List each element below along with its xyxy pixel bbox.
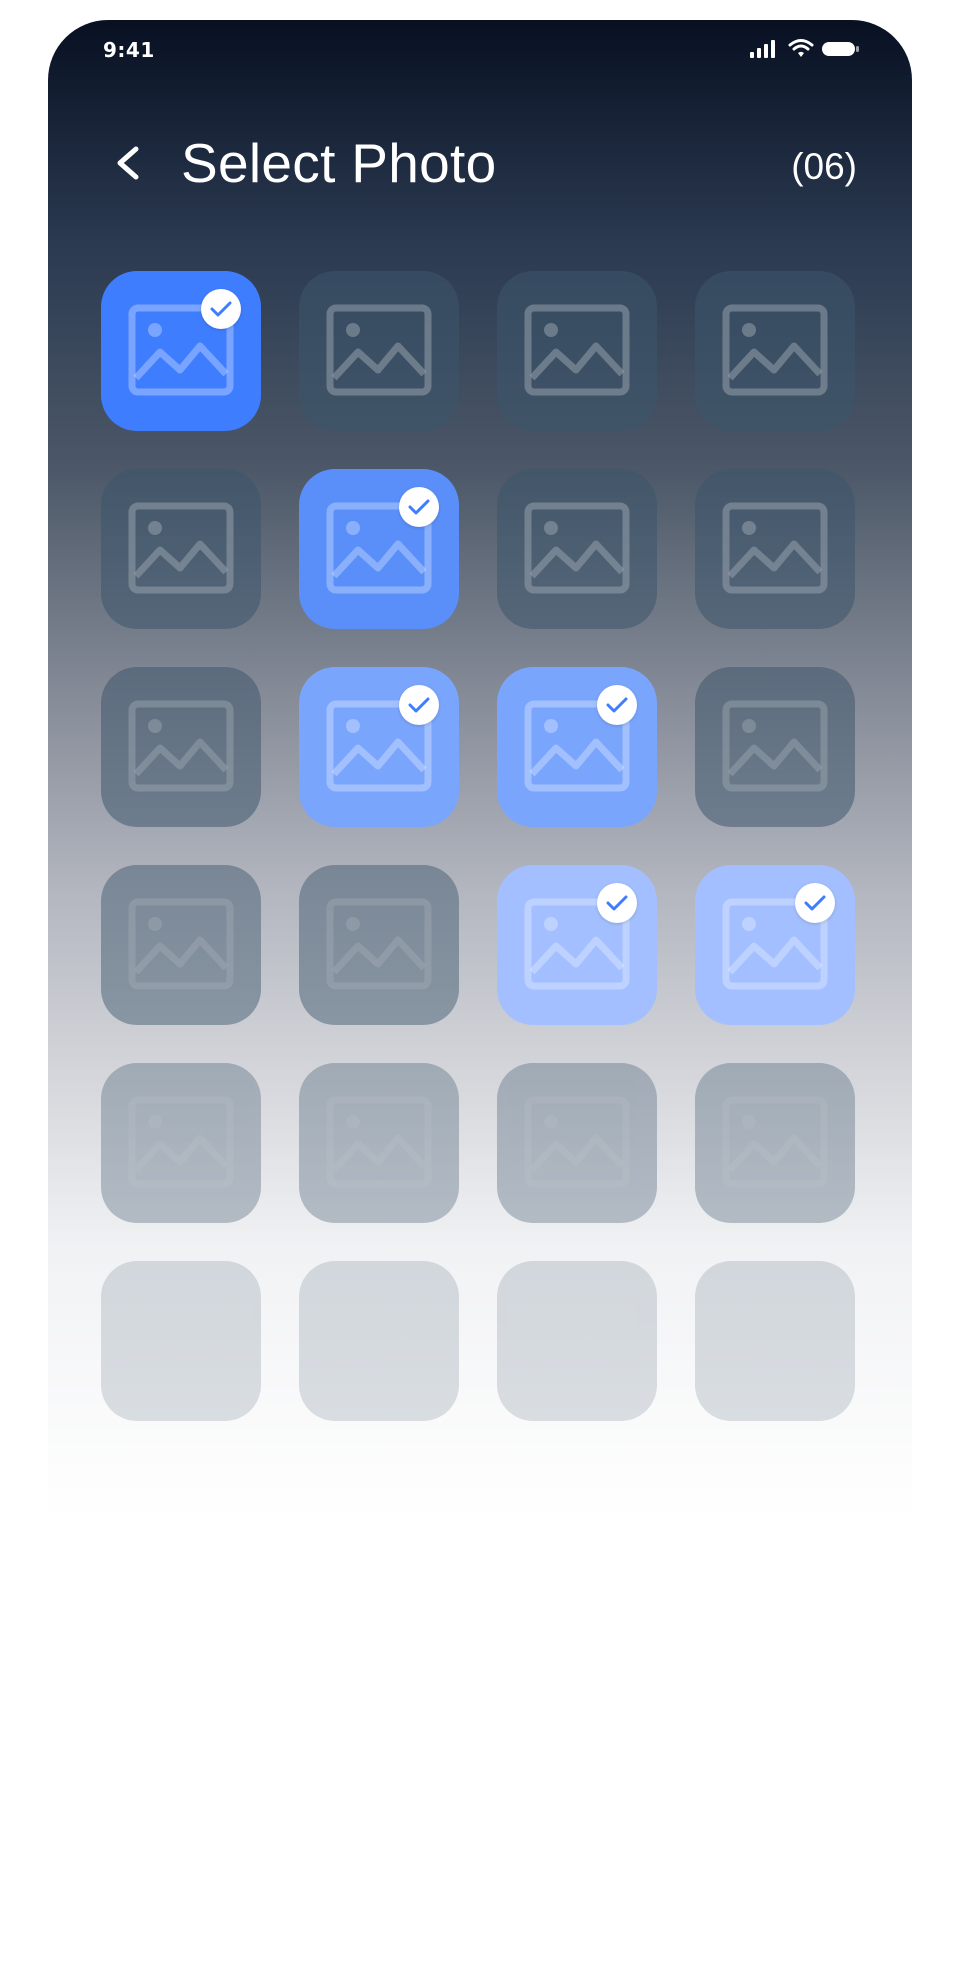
image-icon bbox=[524, 1096, 630, 1188]
status-icons bbox=[750, 38, 860, 60]
checkmark-badge bbox=[201, 289, 241, 329]
image-icon bbox=[524, 1294, 630, 1386]
photo-tile-selected[interactable] bbox=[695, 865, 855, 1025]
photo-tile-selected[interactable] bbox=[299, 667, 459, 827]
checkmark-badge bbox=[399, 685, 439, 725]
photo-tile-selected[interactable] bbox=[299, 469, 459, 629]
photo-tile-selected[interactable] bbox=[101, 271, 261, 431]
image-icon bbox=[326, 1294, 432, 1386]
photo-tile[interactable] bbox=[299, 271, 459, 431]
photo-tile[interactable] bbox=[695, 469, 855, 629]
chevron-left-icon bbox=[117, 146, 139, 180]
image-icon bbox=[524, 502, 630, 594]
image-icon bbox=[128, 1096, 234, 1188]
wifi-icon bbox=[788, 39, 814, 57]
selected-count: (06) bbox=[791, 146, 857, 187]
image-icon bbox=[128, 700, 234, 792]
photo-tile[interactable] bbox=[497, 469, 657, 629]
photo-tile[interactable] bbox=[101, 1063, 261, 1223]
status-time: 9:41 bbox=[103, 38, 155, 62]
photo-tile[interactable] bbox=[101, 469, 261, 629]
image-icon bbox=[128, 502, 234, 594]
checkmark-badge bbox=[597, 883, 637, 923]
header: Select Photo (06) bbox=[48, 115, 912, 215]
checkmark-icon bbox=[606, 697, 628, 713]
back-button[interactable] bbox=[108, 135, 158, 191]
photo-tile[interactable] bbox=[497, 271, 657, 431]
checkmark-icon bbox=[210, 301, 232, 317]
checkmark-badge bbox=[795, 883, 835, 923]
image-icon bbox=[722, 304, 828, 396]
checkmark-icon bbox=[408, 697, 430, 713]
photo-tile[interactable] bbox=[101, 667, 261, 827]
photo-tile[interactable] bbox=[299, 865, 459, 1025]
photo-tile[interactable] bbox=[497, 1261, 657, 1421]
phone-screen: 9:41 Select Photo (06) bbox=[48, 20, 912, 1520]
photo-tile[interactable] bbox=[695, 667, 855, 827]
image-icon bbox=[722, 1294, 828, 1386]
checkmark-icon bbox=[606, 895, 628, 911]
photo-tile[interactable] bbox=[695, 271, 855, 431]
photo-tile[interactable] bbox=[695, 1261, 855, 1421]
image-icon bbox=[128, 898, 234, 990]
photo-tile-selected[interactable] bbox=[497, 865, 657, 1025]
image-icon bbox=[524, 304, 630, 396]
page-title: Select Photo bbox=[181, 132, 497, 194]
photo-tile[interactable] bbox=[497, 1063, 657, 1223]
status-bar: 9:41 bbox=[48, 20, 912, 80]
signal-icon bbox=[750, 40, 775, 58]
image-icon bbox=[128, 1294, 234, 1386]
image-icon bbox=[326, 898, 432, 990]
photo-grid bbox=[101, 271, 858, 1421]
photo-tile-selected[interactable] bbox=[497, 667, 657, 827]
image-icon bbox=[722, 502, 828, 594]
checkmark-icon bbox=[804, 895, 826, 911]
photo-tile[interactable] bbox=[101, 1261, 261, 1421]
checkmark-badge bbox=[399, 487, 439, 527]
image-icon bbox=[326, 304, 432, 396]
checkmark-icon bbox=[408, 499, 430, 515]
photo-tile[interactable] bbox=[695, 1063, 855, 1223]
image-icon bbox=[722, 1096, 828, 1188]
photo-tile[interactable] bbox=[299, 1261, 459, 1421]
checkmark-badge bbox=[597, 685, 637, 725]
battery-icon bbox=[822, 42, 859, 56]
image-icon bbox=[326, 1096, 432, 1188]
photo-tile[interactable] bbox=[101, 865, 261, 1025]
image-icon bbox=[722, 700, 828, 792]
photo-tile[interactable] bbox=[299, 1063, 459, 1223]
